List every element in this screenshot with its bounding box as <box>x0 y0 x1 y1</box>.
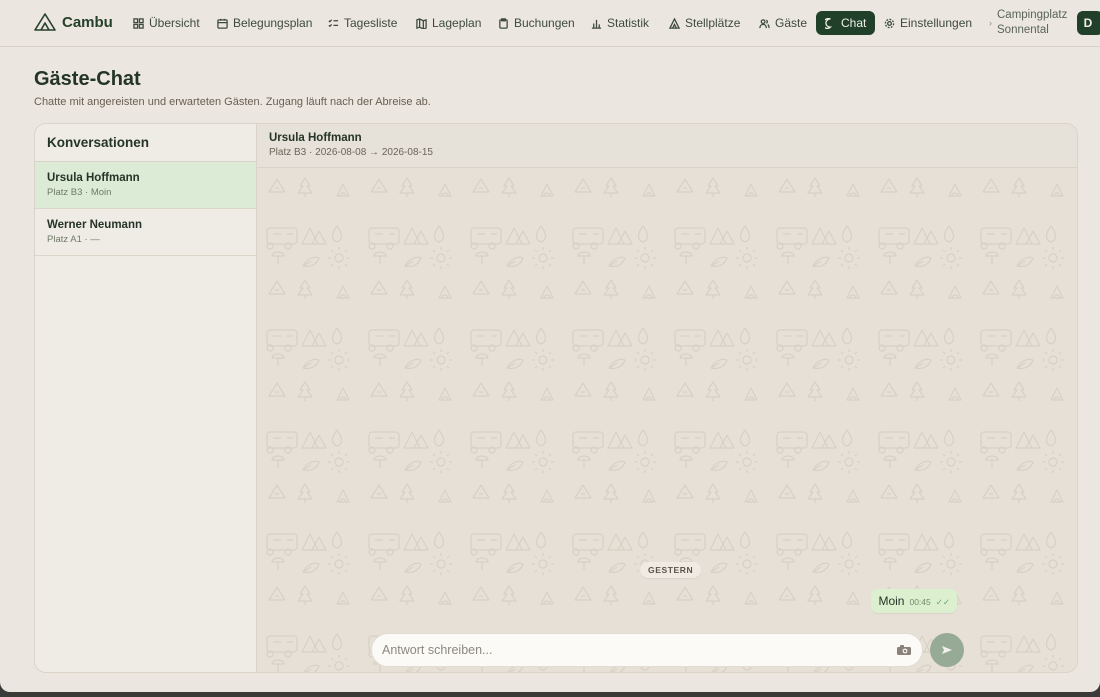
conversation-meta: Platz A1 · — <box>47 234 100 245</box>
chat-area: Ursula Hoffmann Platz B3 · 2026-08-08 → … <box>257 124 1077 672</box>
bar-chart-icon <box>591 19 602 29</box>
nav-item-lageplan[interactable]: Lageplan <box>412 11 485 35</box>
nav-item-einstellungen[interactable]: Einstellungen <box>880 11 976 35</box>
camera-icon[interactable] <box>896 644 912 656</box>
chat-panel: Konversationen Ursula Hoffmann Platz B3 … <box>34 123 1078 673</box>
brand-logo[interactable]: Cambu <box>34 13 113 31</box>
nav-item-label: Lageplan <box>432 16 482 30</box>
message-time: 00:45 <box>909 597 931 607</box>
read-receipt-icon: ✓✓ <box>935 597 950 607</box>
avatar[interactable]: D <box>1077 11 1100 35</box>
message-composer <box>371 633 923 667</box>
nav-item-label: Statistik <box>607 16 650 30</box>
day-separator: GESTERN <box>640 562 702 578</box>
nav-item-label: Tagesliste <box>344 16 398 30</box>
chat-header: Ursula Hoffmann Platz B3 · 2026-08-08 → … <box>257 124 1077 168</box>
chat-guest-name: Ursula Hoffmann <box>269 132 362 144</box>
nav-item-gaeste[interactable]: Gäste <box>755 11 811 35</box>
nav-item-label: Gäste <box>775 16 808 30</box>
conversation-item[interactable]: Ursula Hoffmann Platz B3 · Moin <box>35 162 256 209</box>
page-title: Gäste-Chat <box>34 68 141 90</box>
campsite-selector[interactable]: › Campingplatz Sonnental <box>989 8 1077 38</box>
app-window: Cambu Übersicht Belegungsplan Tagesliste… <box>0 0 1100 692</box>
page-subtitle: Chatte mit angereisten und erwarteten Gä… <box>34 96 431 108</box>
nav-item-stellplaetze[interactable]: Stellplätze <box>665 11 744 35</box>
clipboard-icon <box>499 17 508 29</box>
send-button[interactable] <box>930 633 964 667</box>
message-text: Moin <box>878 594 905 608</box>
chat-bubble-icon <box>825 17 833 29</box>
users-icon <box>759 18 770 28</box>
nav-item-label: Chat <box>841 16 867 30</box>
nav-item-label: Buchungen <box>514 16 575 30</box>
conversation-sidebar: Konversationen Ursula Hoffmann Platz B3 … <box>35 124 257 672</box>
message-input[interactable] <box>382 643 896 657</box>
nav-item-statistik[interactable]: Statistik <box>587 11 653 35</box>
send-icon <box>942 646 952 654</box>
nav-item-belegungsplan[interactable]: Belegungsplan <box>213 11 316 35</box>
nav-item-label: Belegungsplan <box>233 16 313 30</box>
sidebar-title: Konversationen <box>35 124 256 162</box>
chevron-right-icon: › <box>989 18 992 28</box>
conversation-item[interactable]: Werner Neumann Platz A1 · — <box>35 209 256 256</box>
calendar-icon <box>217 18 228 29</box>
message-list[interactable]: GESTERN Moin 00:45 ✓✓ <box>257 168 1077 672</box>
nav-item-label: Einstellungen <box>900 16 973 30</box>
conversation-name: Werner Neumann <box>47 219 143 231</box>
top-nav: Cambu Übersicht Belegungsplan Tagesliste… <box>0 0 1100 47</box>
campsite-name: Campingplatz Sonnental <box>997 9 1068 36</box>
nav-item-uebersicht[interactable]: Übersicht <box>129 11 204 35</box>
map-icon <box>416 17 427 29</box>
conversation-meta: Platz B3 · Moin <box>47 187 112 198</box>
nav-item-buchungen[interactable]: Buchungen <box>494 11 579 35</box>
tent-icon <box>669 17 680 29</box>
grid-icon <box>133 17 144 29</box>
list-check-icon <box>328 18 339 27</box>
chat-guest-stay: Platz B3 · 2026-08-08 → 2026-08-15 <box>269 147 433 158</box>
nav-item-label: Stellplätze <box>685 16 741 30</box>
conversation-name: Ursula Hoffmann <box>47 172 140 184</box>
nav-item-chat[interactable]: Chat <box>816 11 876 35</box>
nav-item-label: Übersicht <box>149 16 200 30</box>
gear-icon <box>884 18 895 28</box>
nav-item-tagesliste[interactable]: Tagesliste <box>324 11 401 35</box>
message-bubble-outgoing: Moin 00:45 ✓✓ <box>871 589 957 613</box>
tent-logo-icon <box>34 13 56 31</box>
brand-name: Cambu <box>62 13 113 31</box>
